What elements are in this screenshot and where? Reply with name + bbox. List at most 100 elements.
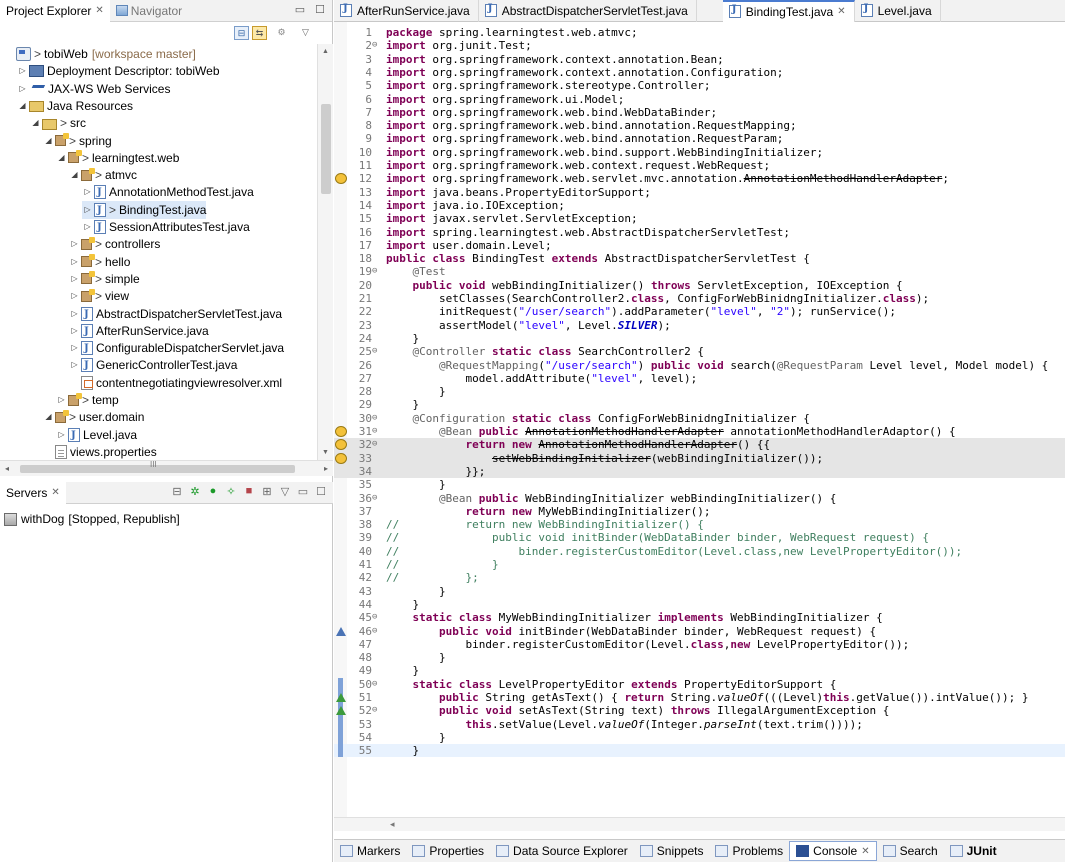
minimize-icon[interactable]: ▭ <box>297 485 309 498</box>
tab-servers[interactable]: Servers ✕ <box>0 481 66 504</box>
fold-toggle-icon[interactable]: ⊖ <box>372 704 382 717</box>
tree-item[interactable]: ◢ > atmvc <box>69 166 137 184</box>
code-line[interactable]: 36 ⊖ @Bean public WebBindingInitializer w… <box>334 492 1065 505</box>
tree-item[interactable]: ▷ > hello <box>69 253 130 271</box>
tab-problems[interactable]: Problems <box>709 840 789 862</box>
code-line[interactable]: 32 ⊖ return new AnnotationMethodHandlerAd… <box>334 438 1065 452</box>
code-line[interactable]: 24 } <box>334 332 1065 345</box>
collapsed-arrow-icon[interactable]: ▷ <box>56 391 67 409</box>
collapsed-arrow-icon[interactable]: ▷ <box>69 356 80 374</box>
close-icon[interactable]: ✕ <box>51 487 59 498</box>
editor-tab[interactable]: BindingTest.java✕ <box>722 0 855 22</box>
collapsed-arrow-icon[interactable]: ▷ <box>82 183 93 201</box>
fold-toggle-icon[interactable]: ⊖ <box>372 425 382 438</box>
code-line[interactable]: 29 } <box>334 398 1065 411</box>
tab-properties[interactable]: Properties <box>406 840 490 862</box>
code-line[interactable]: 50 ⊖ static class LevelPropertyEditor ext… <box>334 677 1065 691</box>
code-line[interactable]: 51 public String getAsText() { return St… <box>334 691 1065 705</box>
tree-item[interactable]: ▷ JAX-WS Web Services <box>17 80 170 98</box>
tree-item[interactable]: ▷ Level.java <box>56 426 137 445</box>
collapsed-arrow-icon[interactable]: ▷ <box>69 287 80 305</box>
debug-icon[interactable]: ✲ <box>189 485 201 498</box>
scroll-up-icon[interactable]: ▲ <box>322 48 329 55</box>
fold-toggle-icon[interactable]: ⊖ <box>372 611 382 624</box>
tree-item[interactable]: ▷ ConfigurableDispatcherServlet.java <box>69 339 284 358</box>
code-line[interactable]: 35 } <box>334 478 1065 491</box>
tree-item[interactable]: ▷ > view <box>69 287 129 305</box>
code-line[interactable]: 44 } <box>334 598 1065 611</box>
code-line[interactable]: 30 ⊖ @Configuration static class ConfigFo… <box>334 412 1065 425</box>
tree-item[interactable]: ▷ > simple <box>69 270 140 288</box>
editor-tab[interactable]: AbstractDispatcherServletTest.java <box>479 0 697 22</box>
scroll-left-icon[interactable]: ◂ <box>390 819 395 830</box>
expanded-arrow-icon[interactable]: ◢ <box>43 408 54 426</box>
code-line[interactable]: 13 import java.beans.PropertyEditorSuppor… <box>334 186 1065 199</box>
code-line[interactable]: 4 import org.springframework.context.anno… <box>334 66 1065 79</box>
code-line[interactable]: 48 } <box>334 651 1065 664</box>
tree-item[interactable]: ▷ AfterRunService.java <box>69 322 208 341</box>
code-line[interactable]: 27 model.addAttribute("level", level); <box>334 372 1065 385</box>
code-line[interactable]: 20 public void webBindingInitializer() t… <box>334 279 1065 292</box>
close-icon[interactable]: ✕ <box>861 846 869 857</box>
code-line[interactable]: 28 } <box>334 385 1065 398</box>
fold-toggle-icon[interactable]: ⊖ <box>372 625 382 638</box>
collapsed-arrow-icon[interactable]: ▷ <box>69 339 80 357</box>
tree-item[interactable]: ◢ > learningtest.web <box>56 149 179 167</box>
project-tree[interactable]: > tobiWeb [workspace master] ▷ Deployment De… <box>0 44 317 460</box>
tree-item[interactable]: ◢ > user.domain <box>43 408 144 426</box>
tree-item[interactable]: ▷ > controllers <box>69 235 160 253</box>
tree-item[interactable]: ▷ Deployment Descriptor: tobiWeb <box>17 62 219 80</box>
publish-icon[interactable]: ⊞ <box>261 485 273 498</box>
code-line[interactable]: 22 initRequest("/user/search").addParame… <box>334 305 1065 318</box>
collapsed-arrow-icon[interactable]: ▷ <box>69 253 80 271</box>
fold-toggle-icon[interactable]: ⊖ <box>372 412 382 425</box>
collapsed-arrow-icon[interactable]: ▷ <box>17 62 28 80</box>
tree-item[interactable]: ▷ SessionAttributesTest.java <box>82 218 249 237</box>
code-line[interactable]: 41 // } <box>334 558 1065 571</box>
close-icon[interactable]: ✕ <box>95 5 103 16</box>
code-line[interactable]: 1 package spring.learningtest.web.atmvc; <box>334 26 1065 39</box>
code-line[interactable]: 54 } <box>334 730 1065 745</box>
editor-tab[interactable]: AfterRunService.java <box>334 0 479 22</box>
scroll-thumb[interactable] <box>321 104 331 194</box>
collapsed-arrow-icon[interactable]: ▷ <box>69 305 80 323</box>
code-line[interactable]: 3 import org.springframework.context.anno… <box>334 53 1065 66</box>
view-menu-icon[interactable]: ▽ <box>279 485 291 498</box>
code-line[interactable]: 39 // public void initBinder(WebDataBinde… <box>334 531 1065 544</box>
tree-item[interactable]: ◢ > src <box>30 114 86 132</box>
tab-junit[interactable]: JUnit <box>944 840 1003 862</box>
tab-console[interactable]: Console ✕ <box>789 841 877 861</box>
tree-item[interactable]: ▷ > temp <box>56 391 119 409</box>
code-line[interactable]: 7 import org.springframework.web.bind.Web… <box>334 106 1065 119</box>
tab-markers[interactable]: Markers <box>334 840 406 862</box>
code-line[interactable]: 9 import org.springframework.web.bind.ann… <box>334 132 1065 145</box>
tree-vertical-scrollbar[interactable]: ▲ ▼ <box>317 44 333 460</box>
code-line[interactable]: 38 // return new WebBindingInitializer() … <box>334 518 1065 531</box>
expanded-arrow-icon[interactable]: ◢ <box>69 166 80 184</box>
code-line[interactable]: 47 binder.registerCustomEditor(Level.cla… <box>334 638 1065 651</box>
fold-toggle-icon[interactable]: ⊖ <box>372 265 382 278</box>
collapsed-arrow-icon[interactable]: ▷ <box>56 426 67 444</box>
code-line[interactable]: 34 }}; <box>334 464 1065 479</box>
start-icon[interactable]: ● <box>207 485 219 498</box>
tree-item[interactable]: > tobiWeb [workspace master] <box>4 45 196 63</box>
code-line[interactable]: 21 setClasses(SearchController2.class, C… <box>334 292 1065 305</box>
tree-item[interactable]: views.properties <box>43 443 157 460</box>
scroll-left-icon[interactable]: ◂ <box>5 464 9 473</box>
view-menu-icon[interactable]: ▽ <box>298 26 313 40</box>
tree-item[interactable]: ▷ GenericControllerTest.java <box>69 356 237 375</box>
tree-item[interactable]: ◢ Java Resources <box>17 97 133 115</box>
tab-project-explorer[interactable]: Project Explorer ✕ <box>0 0 110 22</box>
code-line[interactable]: 52 ⊖ public void setAsText(String text) t… <box>334 704 1065 718</box>
warning-icon[interactable] <box>335 439 347 451</box>
implements-icon[interactable] <box>336 626 346 636</box>
expanded-arrow-icon[interactable]: ◢ <box>56 149 67 167</box>
code-line[interactable]: 37 return new MyWebBindingInitializer(); <box>334 505 1065 518</box>
code-line[interactable]: 45 ⊖ static class MyWebBindingInitializer… <box>334 611 1065 624</box>
tab-data-source-explorer[interactable]: Data Source Explorer <box>490 840 634 862</box>
link-with-editor-icon[interactable]: ⇆ <box>252 26 267 40</box>
tree-horizontal-scrollbar[interactable]: ◂ III ▸ <box>0 460 333 476</box>
tree-item[interactable]: ▷ AbstractDispatcherServletTest.java <box>69 305 282 324</box>
warning-icon[interactable] <box>335 426 347 437</box>
fold-toggle-icon[interactable]: ⊖ <box>372 492 382 505</box>
